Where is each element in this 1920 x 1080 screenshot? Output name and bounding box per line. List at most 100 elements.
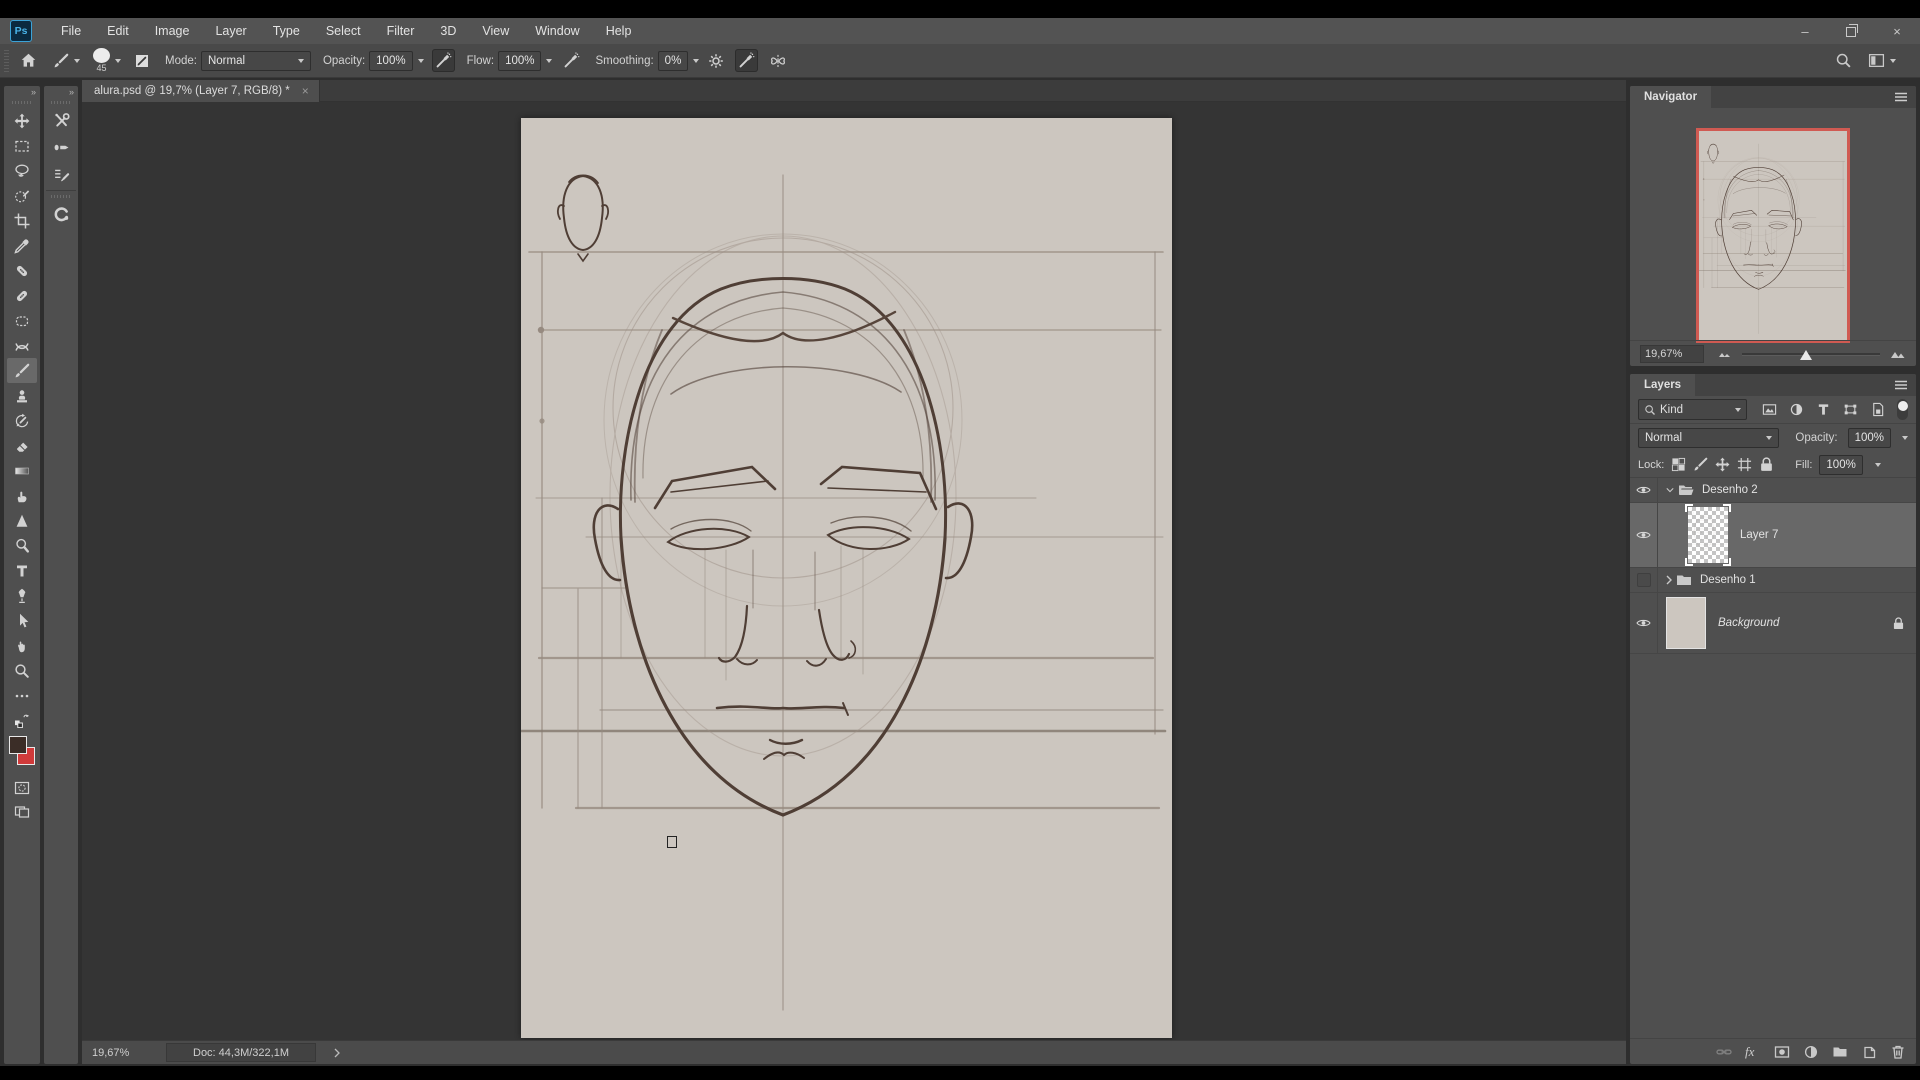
lock-pixels-icon[interactable]	[1693, 457, 1708, 472]
tool-preset-button[interactable]	[50, 50, 83, 72]
navigator-zoom-input[interactable]: 19,67%	[1640, 345, 1704, 363]
options-grip[interactable]	[4, 50, 9, 72]
lock-artboard-icon[interactable]	[1737, 457, 1752, 472]
foreground-color-swatch[interactable]	[9, 736, 27, 754]
lock-position-icon[interactable]	[1715, 457, 1730, 472]
panel-menu-icon[interactable]	[1894, 92, 1908, 102]
tool-lasso[interactable]	[7, 158, 37, 183]
brush-preset-picker[interactable]: 45	[93, 48, 110, 73]
lock-all-icon[interactable]	[1759, 457, 1774, 472]
delete-button[interactable]	[1888, 1043, 1908, 1061]
tool-smudge[interactable]	[7, 483, 37, 508]
layer-row-desenho-2[interactable]: Desenho 2	[1630, 478, 1916, 503]
layer-name[interactable]: Desenho 2	[1702, 484, 1758, 496]
pixel-filter-button[interactable]	[1759, 400, 1781, 420]
menu-filter[interactable]: Filter	[374, 24, 428, 38]
brush-picker-chevron-icon[interactable]	[115, 59, 121, 63]
smoothing-options-button[interactable]	[705, 50, 727, 72]
toggle-brush-settings-button[interactable]	[131, 50, 153, 72]
smartobject-filter-button[interactable]	[1867, 400, 1889, 420]
tool-path-selection[interactable]	[7, 608, 37, 633]
pressure-opacity-button[interactable]	[432, 49, 455, 72]
canvas[interactable]	[521, 118, 1172, 1038]
dock-grip[interactable]	[51, 101, 71, 104]
airbrush-button[interactable]	[560, 49, 583, 72]
blend-mode-select[interactable]: Normal	[201, 51, 311, 71]
add-mask-button[interactable]	[1772, 1043, 1792, 1061]
panel-menu-icon[interactable]	[1894, 380, 1908, 390]
tool-gradient[interactable]	[7, 458, 37, 483]
group-collapsed-chevron-icon[interactable]	[1666, 575, 1672, 585]
tool-brush[interactable]	[7, 358, 37, 383]
menu-image[interactable]: Image	[142, 24, 203, 38]
brush-settings-panel-button[interactable]	[49, 162, 73, 186]
visibility-toggle[interactable]	[1630, 503, 1658, 567]
layer-name[interactable]: Background	[1718, 617, 1779, 629]
tool-crop[interactable]	[7, 208, 37, 233]
zoom-out-icon[interactable]	[1718, 349, 1732, 358]
brushes-panel-button[interactable]	[49, 135, 73, 159]
home-button[interactable]	[17, 49, 40, 72]
menu-file[interactable]: File	[48, 24, 94, 38]
layer-style-button[interactable]: fx	[1743, 1043, 1763, 1061]
document-size-readout[interactable]: Doc: 44,3M/322,1M	[166, 1043, 316, 1062]
filter-toggle-switch[interactable]	[1897, 399, 1908, 420]
slider-thumb[interactable]	[1800, 350, 1812, 360]
visibility-toggle[interactable]	[1630, 593, 1658, 653]
layer-opacity-input[interactable]: 100%	[1848, 428, 1891, 448]
smoothing-chevron-icon[interactable]	[693, 59, 699, 63]
tool-history-brush[interactable]	[7, 408, 37, 433]
tool-healing-brush[interactable]	[7, 283, 37, 308]
menu-edit[interactable]: Edit	[94, 24, 142, 38]
workspace-switcher[interactable]	[1868, 52, 1896, 69]
tool-spot-healing-brush[interactable]	[7, 258, 37, 283]
navigator-zoom-slider[interactable]	[1742, 347, 1880, 361]
layer-blend-mode-select[interactable]: Normal	[1638, 428, 1779, 448]
background-thumbnail[interactable]	[1666, 597, 1706, 649]
menu-select[interactable]: Select	[313, 24, 374, 38]
tools-expand-button[interactable]: »	[4, 86, 40, 99]
status-options-chevron-icon[interactable]	[334, 1048, 340, 1058]
tool-clone-stamp[interactable]	[7, 383, 37, 408]
tools-grip[interactable]	[12, 101, 32, 104]
tool-eraser[interactable]	[7, 433, 37, 458]
status-zoom-input[interactable]: 19,67%	[92, 1047, 158, 1059]
zoom-in-icon[interactable]	[1890, 348, 1906, 359]
tool-presets-panel-button[interactable]	[49, 108, 73, 132]
tool-patch[interactable]	[7, 308, 37, 333]
lock-transparency-icon[interactable]	[1671, 457, 1686, 472]
menu-view[interactable]: View	[469, 24, 522, 38]
tool-hand[interactable]	[7, 633, 37, 658]
fill-input[interactable]: 100%	[1819, 455, 1862, 475]
tool-sharpen[interactable]	[7, 508, 37, 533]
opacity-input[interactable]: 100%	[369, 51, 412, 71]
screen-mode-button[interactable]	[7, 801, 37, 823]
search-icon[interactable]	[1835, 52, 1852, 69]
tool-type[interactable]	[7, 558, 37, 583]
symmetry-button[interactable]	[766, 49, 790, 73]
layer-thumbnail[interactable]	[1688, 507, 1728, 563]
flow-chevron-icon[interactable]	[546, 59, 552, 63]
layer-row-desenho-1[interactable]: Desenho 1	[1630, 568, 1916, 593]
menu-window[interactable]: Window	[522, 24, 592, 38]
tool-move[interactable]	[7, 108, 37, 133]
menu-help[interactable]: Help	[593, 24, 645, 38]
layer-name[interactable]: Desenho 1	[1700, 574, 1756, 586]
navigator-proxy-view[interactable]	[1696, 128, 1850, 343]
tab-navigator[interactable]: Navigator	[1630, 86, 1711, 108]
adjustment-button[interactable]	[1801, 1043, 1821, 1061]
menu-type[interactable]: Type	[260, 24, 313, 38]
menu-3d[interactable]: 3D	[427, 24, 469, 38]
layer-row-background[interactable]: Background	[1630, 593, 1916, 654]
smoothing-input[interactable]: 0%	[658, 51, 689, 71]
edit-toolbar-button[interactable]	[7, 685, 37, 707]
close-button[interactable]: ×	[1874, 18, 1920, 44]
fill-chevron-icon[interactable]	[1875, 463, 1881, 467]
pasteboard[interactable]	[82, 102, 1626, 1040]
dock-expand-button[interactable]: »	[44, 86, 78, 99]
flow-input[interactable]: 100%	[498, 51, 541, 71]
filter-kind-select[interactable]: Kind	[1638, 399, 1747, 420]
link-layers-button[interactable]	[1714, 1043, 1734, 1061]
tool-eyedropper[interactable]	[7, 233, 37, 258]
new-group-button[interactable]	[1830, 1043, 1850, 1061]
